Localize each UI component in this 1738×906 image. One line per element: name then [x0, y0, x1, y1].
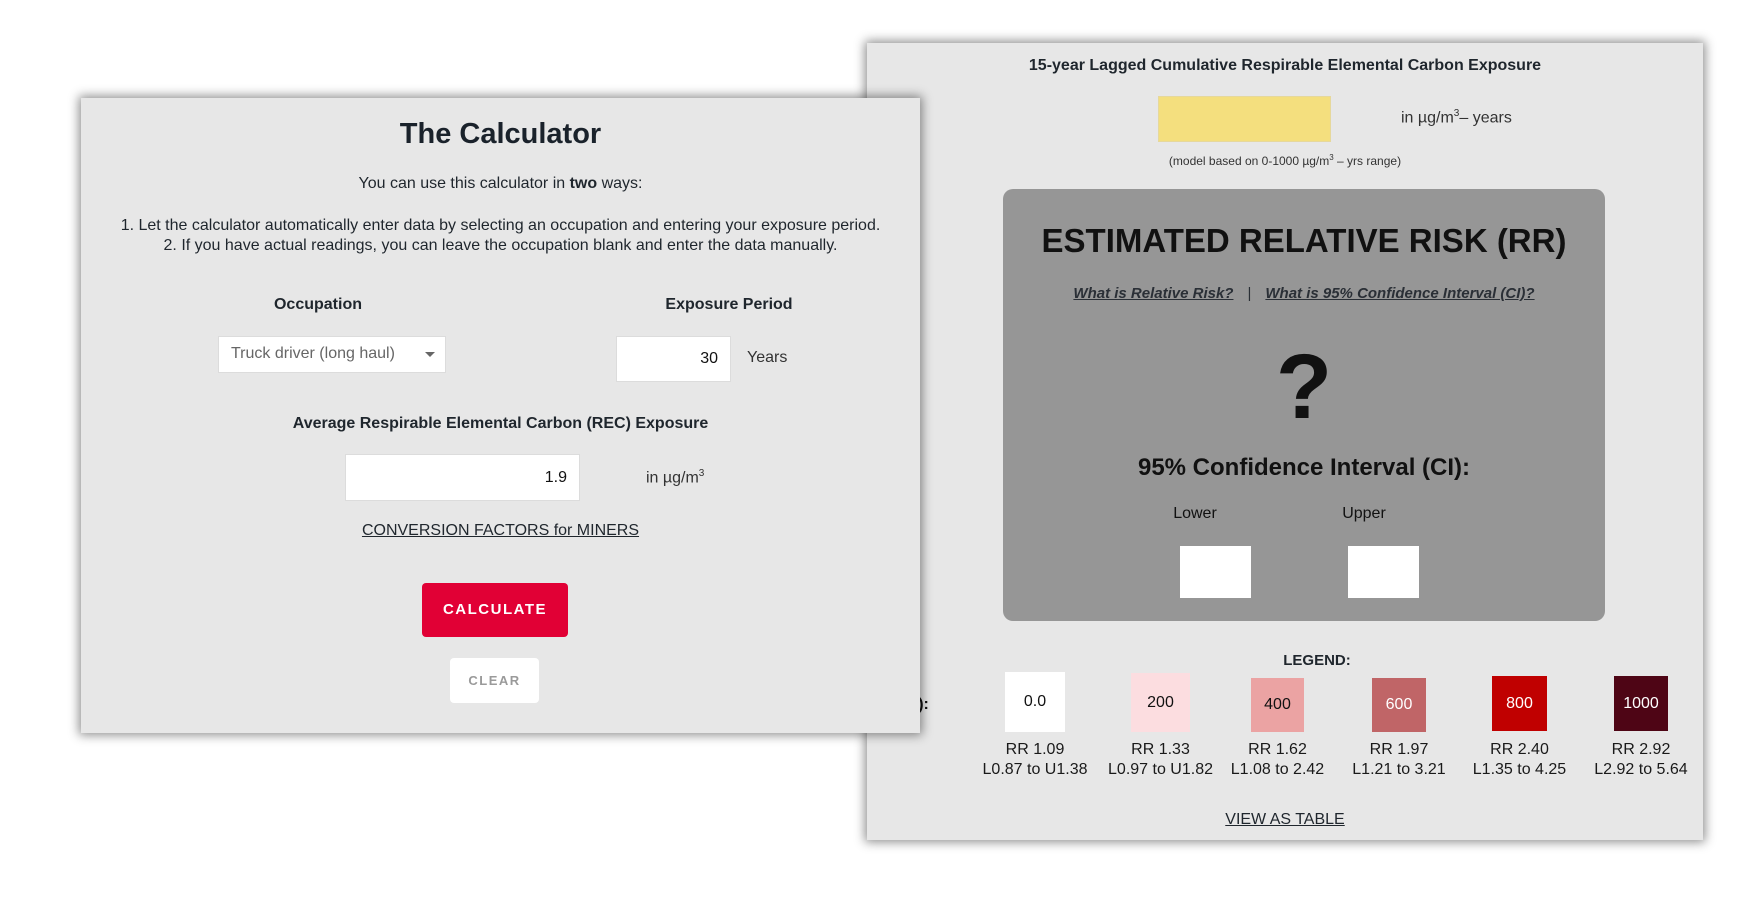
exposure-period-label: Exposure Period	[665, 296, 793, 313]
occupation-label: Occupation	[273, 296, 362, 313]
legend-rr: RR 1.62	[1248, 741, 1307, 758]
legend-swatch: 0.0	[1005, 672, 1065, 732]
model-note-suffix: – yrs range)	[1333, 154, 1402, 168]
exposure-period-input[interactable]	[616, 336, 731, 382]
rec-unit-sup: 3	[698, 468, 705, 479]
legend-ci: L2.92 to 5.64	[1594, 761, 1688, 778]
cumulative-exposure-output	[1158, 96, 1331, 142]
model-note-text: (model based on 0-1000 µg/m	[1168, 154, 1330, 168]
what-is-ci-link[interactable]: What is 95% Confidence Interval (CI)?	[1265, 285, 1534, 302]
link-separator: |	[1247, 285, 1252, 302]
calculator-panel: The Calculator You can use this calculat…	[81, 98, 920, 733]
legend-ci: L1.21 to 3.21	[1352, 761, 1446, 778]
chevron-down-icon	[425, 352, 435, 357]
model-note: (model based on 0-1000 µg/m3 – yrs range…	[867, 153, 1703, 168]
calculator-intro: You can use this calculator in two ways:	[81, 175, 920, 193]
help-links: What is Relative Risk? | What is 95% Confi…	[1003, 285, 1605, 302]
ci-upper-output	[1348, 546, 1419, 598]
rec-exposure-label: Average Respirable Elemental Carbon (REC…	[292, 415, 709, 432]
cumulative-exposure-unit: in µg/m3– years	[1401, 108, 1512, 127]
conversion-factors: CONVERSION FACTORS for MINERS	[81, 522, 920, 540]
unit-suffix: – years	[1459, 109, 1512, 127]
rec-exposure-input[interactable]	[345, 454, 580, 501]
legend-rr: RR 2.40	[1490, 741, 1549, 758]
occupation-select[interactable]: Truck driver (long haul)	[218, 336, 446, 373]
ci-title: 95% Confidence Interval (CI):	[1137, 454, 1471, 481]
intro-text: You can use this calculator in	[358, 175, 570, 192]
legend-ci: L1.08 to 2.42	[1230, 761, 1325, 778]
usage-way-1: 1. Let the calculator automatically ente…	[120, 217, 881, 234]
legend-caption: RR 1.97 L1.21 to 3.21	[1334, 740, 1464, 780]
legend-title: LEGEND:	[1283, 652, 1351, 669]
conversion-factors-link[interactable]: CONVERSION FACTORS for MINERS	[362, 522, 639, 539]
usage-instructions: 1. Let the calculator automatically ente…	[81, 216, 920, 256]
calculate-button[interactable]: CALCULATE	[422, 583, 568, 637]
legend-caption: RR 1.62 L1.08 to 2.42	[1213, 740, 1343, 780]
legend-ci: L0.97 to U1.82	[1108, 761, 1213, 778]
ci-upper-label: Upper	[1342, 505, 1386, 522]
relative-risk-box: ESTIMATED RELATIVE RISK (RR) What is Rel…	[1003, 189, 1605, 621]
usage-way-2: 2. If you have actual readings, you can …	[163, 237, 838, 254]
legend-rr: RR 1.09	[1005, 741, 1065, 758]
calculator-title: The Calculator	[399, 118, 602, 150]
legend-swatch: 600	[1372, 678, 1426, 732]
clear-button[interactable]: CLEAR	[450, 658, 539, 703]
view-as-table-link[interactable]: VIEW AS TABLE	[1225, 811, 1344, 828]
legend-swatch: 800	[1492, 676, 1547, 731]
results-panel: 15-year Lagged Cumulative Respirable Ele…	[861, 43, 1706, 840]
legend-caption: RR 1.33 L0.97 to U1.82	[1096, 740, 1226, 780]
rec-unit-text: in µg/m	[646, 469, 699, 487]
legend-caption: RR 1.09 L0.87 to U1.38	[970, 740, 1100, 780]
legend-ci: L0.87 to U1.38	[982, 761, 1088, 778]
legend-ci: L1.35 to 4.25	[1472, 761, 1567, 778]
legend-caption: RR 2.40 L1.35 to 4.25	[1455, 740, 1585, 780]
legend-swatch: 1000	[1614, 676, 1668, 731]
relative-risk-title: ESTIMATED RELATIVE RISK (RR)	[1041, 222, 1567, 259]
exposure-period-unit: Years	[747, 349, 788, 366]
legend-rr: RR 1.33	[1131, 741, 1190, 758]
what-is-relative-risk-link[interactable]: What is Relative Risk?	[1073, 285, 1233, 302]
legend-rr: RR 2.92	[1611, 741, 1671, 758]
relative-risk-value: ?	[1275, 336, 1333, 438]
ci-lower-output	[1180, 546, 1251, 598]
legend-swatch: 200	[1131, 673, 1190, 732]
cumulative-exposure-title: 15-year Lagged Cumulative Respirable Ele…	[1028, 57, 1542, 74]
rec-exposure-unit: in µg/m3	[646, 468, 704, 487]
ci-lower-label: Lower	[1173, 505, 1217, 522]
legend-caption: RR 2.92 L2.92 to 5.64	[1576, 740, 1706, 780]
legend-swatch: 400	[1251, 678, 1304, 732]
view-as-table: VIEW AS TABLE	[867, 811, 1703, 829]
legend-rr: RR 1.97	[1369, 741, 1429, 758]
occupation-selected: Truck driver (long haul)	[231, 345, 395, 362]
intro-suffix: ways:	[597, 175, 643, 192]
intro-bold: two	[569, 175, 598, 192]
unit-text: in µg/m	[1401, 109, 1454, 127]
